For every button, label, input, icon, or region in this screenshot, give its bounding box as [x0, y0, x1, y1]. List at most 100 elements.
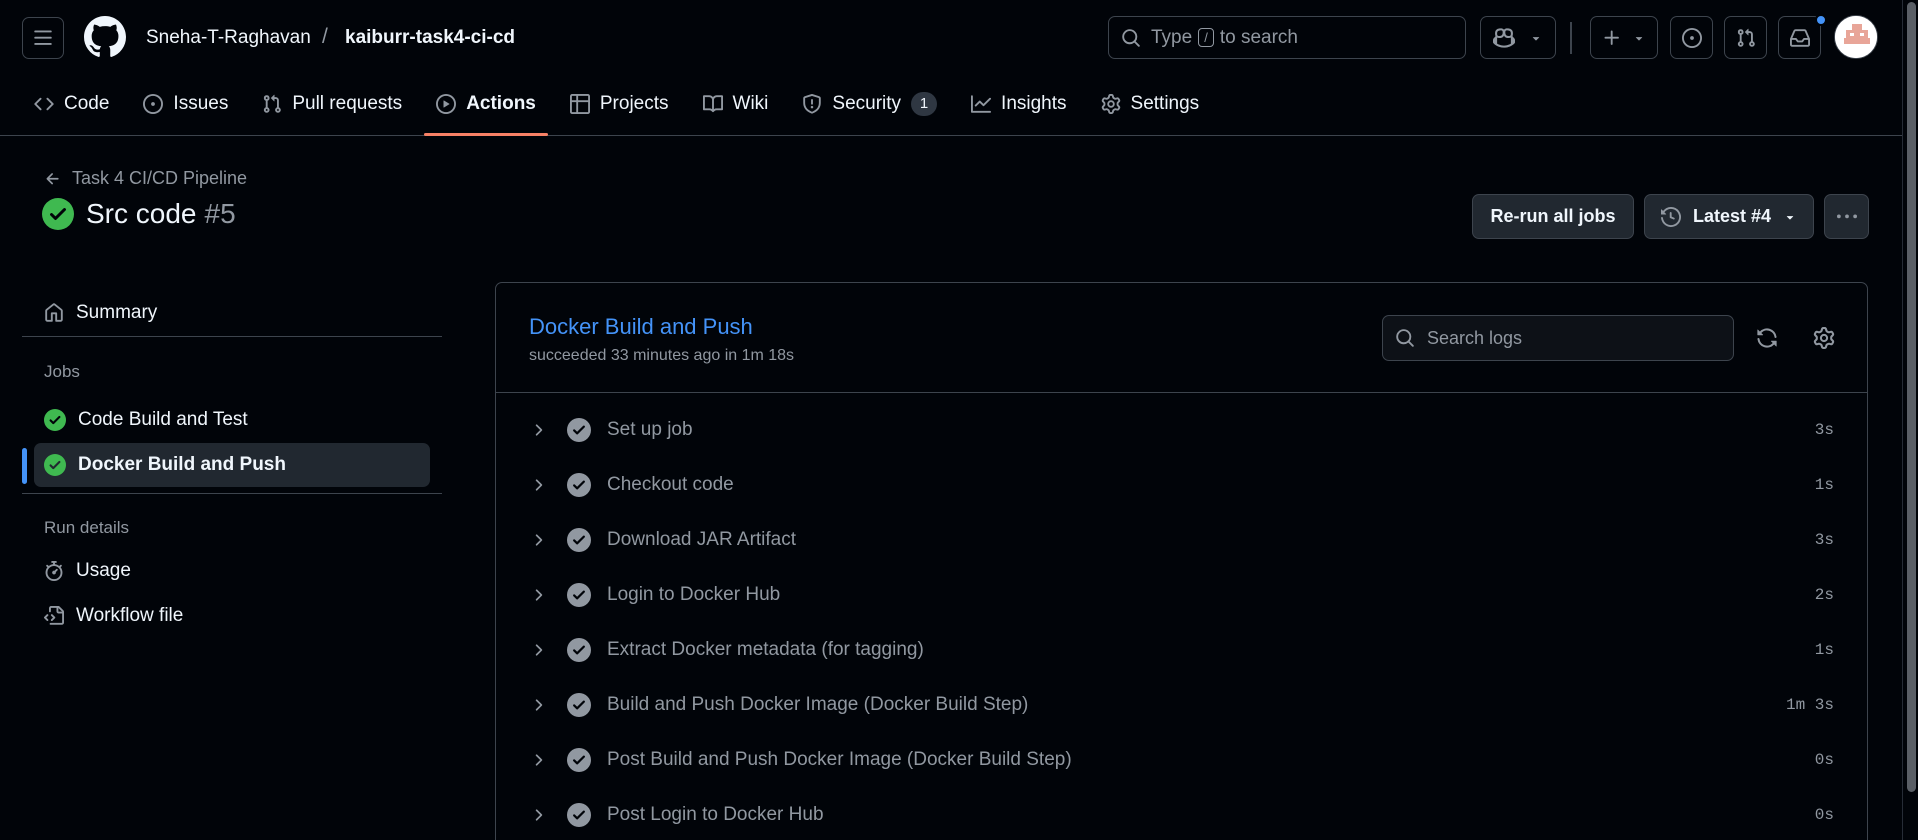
tab-settings[interactable]: Settings [1089, 82, 1212, 126]
back-to-workflow-link[interactable]: Task 4 CI/CD Pipeline [44, 168, 247, 189]
avatar[interactable] [1834, 15, 1878, 59]
header-divider [1570, 22, 1572, 54]
chevron-right-icon [535, 533, 543, 546]
job-step-row[interactable]: Build and Push Docker Image (Docker Buil… [496, 677, 1867, 732]
kebab-horizontal-icon [1836, 214, 1857, 218]
job-step-row[interactable]: Checkout code 1s [496, 457, 1867, 512]
chevron-right-icon [535, 478, 543, 491]
tab-issues[interactable]: Issues [131, 82, 240, 126]
step-duration: 0s [1814, 805, 1834, 824]
pull-request-icon [264, 94, 282, 113]
tab-projects[interactable]: Projects [558, 82, 681, 126]
run-title: Src code [86, 198, 197, 229]
step-duration: 1s [1814, 640, 1834, 659]
attempt-selector-button[interactable]: Latest #4 [1644, 194, 1814, 239]
gear-icon [1101, 94, 1120, 114]
tab-code[interactable]: Code [22, 82, 121, 126]
copilot-icon [1493, 27, 1515, 48]
check-circle-fill-icon [567, 747, 591, 772]
sidebar-divider [22, 493, 442, 494]
chevron-right-icon [535, 643, 543, 656]
job-step-row[interactable]: Extract Docker metadata (for tagging) 1s [496, 622, 1867, 677]
job-title[interactable]: Docker Build and Push [529, 314, 753, 340]
repo-owner-link[interactable]: Sneha-T-Raghavan [146, 27, 311, 49]
create-new-button[interactable] [1590, 16, 1658, 59]
search-hint-suffix: to search [1219, 26, 1298, 48]
job-step-row[interactable]: Login to Docker Hub 2s [496, 567, 1867, 622]
run-number: #5 [204, 198, 236, 229]
gear-icon [1813, 327, 1835, 349]
step-label: Checkout code [607, 473, 734, 495]
check-circle-fill-icon [567, 582, 591, 607]
history-icon [1660, 206, 1681, 227]
repo-name-link[interactable]: kaiburr-task4-ci-cd [345, 27, 515, 49]
check-circle-fill-icon [567, 637, 591, 662]
step-duration: 0s [1814, 750, 1834, 769]
step-label: Set up job [607, 418, 693, 440]
sidebar-item-job[interactable]: Code Build and Test [34, 398, 430, 442]
check-circle-fill-icon [567, 692, 591, 717]
issues-button[interactable] [1670, 16, 1713, 59]
chevron-right-icon [535, 698, 543, 711]
refresh-logs-button[interactable] [1752, 323, 1782, 353]
tab-wiki[interactable]: Wiki [691, 82, 781, 126]
search-shortcut-key: / [1198, 28, 1214, 47]
tab-insights[interactable]: Insights [959, 82, 1078, 126]
scrollbar-thumb[interactable] [1907, 2, 1916, 792]
hamburger-icon [34, 30, 52, 45]
tab-label: Insights [1001, 93, 1067, 114]
job-log-panel: Docker Build and Push succeeded 33 minut… [495, 282, 1868, 840]
search-logs-input[interactable]: Search logs [1382, 315, 1734, 361]
sidebar-item-label: Summary [76, 302, 158, 323]
security-count-badge: 1 [911, 92, 938, 116]
menu-button[interactable] [22, 17, 64, 59]
run-details-heading: Run details [44, 518, 130, 537]
check-circle-fill-icon [44, 409, 66, 431]
check-circle-fill-icon [567, 802, 591, 827]
check-circle-fill-icon [42, 198, 74, 230]
tab-security[interactable]: Security 1 [790, 82, 949, 126]
rerun-label: Re-run all jobs [1490, 206, 1616, 226]
check-circle-fill-icon [567, 417, 591, 442]
copilot-button[interactable] [1480, 16, 1556, 59]
sidebar-item-workflow-file[interactable]: Workflow file [34, 594, 430, 638]
rerun-all-jobs-button[interactable]: Re-run all jobs [1472, 194, 1634, 239]
job-step-row[interactable]: Download JAR Artifact 3s [496, 512, 1867, 567]
workflow-name: Task 4 CI/CD Pipeline [72, 168, 248, 188]
sidebar-divider [22, 336, 442, 337]
notification-indicator [1815, 14, 1827, 26]
pull-requests-button[interactable] [1724, 16, 1767, 59]
global-search-input[interactable]: Type / to search [1108, 16, 1466, 59]
tab-label: Actions [466, 93, 536, 114]
check-circle-fill-icon [567, 527, 591, 552]
tab-pull-requests[interactable]: Pull requests [250, 82, 414, 126]
step-label: Extract Docker metadata (for tagging) [607, 638, 924, 660]
check-circle-fill-icon [567, 472, 591, 497]
step-duration: 1s [1814, 475, 1834, 494]
sidebar-item-job-selected[interactable]: Docker Build and Push [34, 443, 430, 487]
chevron-down-icon [1532, 36, 1540, 41]
log-settings-button[interactable] [1809, 323, 1839, 353]
job-step-row[interactable]: Set up job 3s [496, 402, 1867, 457]
breadcrumb-separator: / [322, 25, 328, 48]
issue-icon [143, 94, 164, 114]
page-scrollbar[interactable] [1902, 0, 1918, 840]
search-logs-placeholder: Search logs [1427, 327, 1523, 348]
sidebar-item-usage[interactable]: Usage [34, 549, 430, 593]
more-options-button[interactable] [1824, 194, 1869, 239]
chevron-down-icon [1635, 36, 1643, 41]
job-step-row[interactable]: Post Login to Docker Hub 0s [496, 787, 1867, 840]
sidebar-item-summary[interactable]: Summary [34, 291, 430, 335]
step-duration: 3s [1814, 530, 1834, 549]
search-icon [1122, 28, 1140, 47]
sidebar-item-label: Usage [76, 560, 131, 581]
tab-label: Code [64, 93, 110, 114]
attempt-label: Latest #4 [1692, 206, 1772, 226]
user-avatar-icon [1835, 16, 1877, 58]
job-status-text: succeeded 33 minutes ago in 1m 18s [529, 347, 795, 364]
job-step-row[interactable]: Post Build and Push Docker Image (Docker… [496, 732, 1867, 787]
github-logo-icon[interactable] [84, 16, 126, 58]
tab-actions[interactable]: Actions [424, 82, 548, 136]
home-icon [45, 303, 63, 322]
chevron-right-icon [535, 588, 543, 601]
